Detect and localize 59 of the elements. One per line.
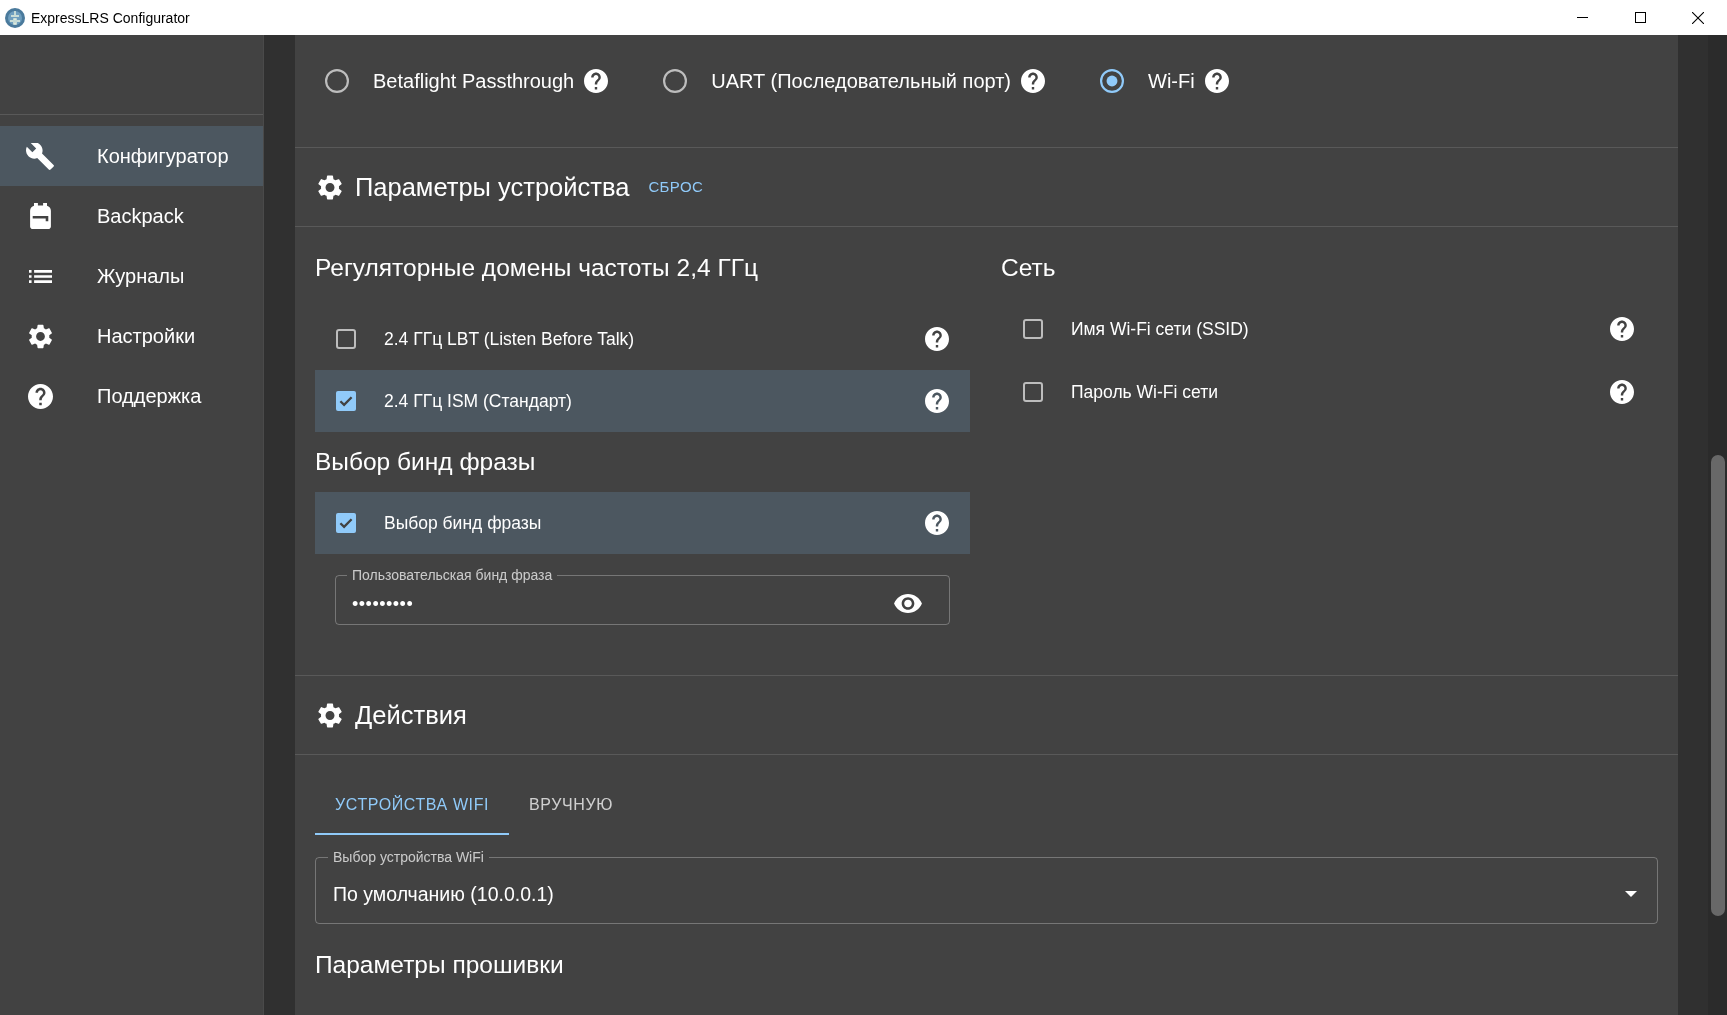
option-label: Имя Wi-Fi сети (SSID) (1071, 317, 1249, 340)
tab[interactable]: УСТРОЙСТВА WIFI (315, 777, 510, 835)
sidebar-item[interactable]: Backpack (0, 186, 263, 246)
option-label: Пароль Wi-Fi сети (1071, 380, 1218, 403)
field-label: Выбор устройства WiFi (332, 849, 485, 865)
bag-icon (29, 203, 51, 229)
tab[interactable]: ВРУЧНУЮ (509, 777, 633, 835)
radio-button[interactable] (325, 69, 349, 93)
help-icon (27, 383, 53, 409)
sidebar-item[interactable]: Настройки (0, 306, 263, 366)
gear-icon (318, 702, 342, 728)
sidebar-item[interactable]: Конфигуратор (0, 126, 263, 186)
radio-button[interactable] (663, 69, 688, 93)
help-icon[interactable] (925, 389, 949, 413)
settings-icon (28, 323, 52, 349)
section-title: Действия (355, 700, 467, 730)
highlighted-row[interactable]: 2.4 ГГц ISM (Стандарт) (315, 370, 970, 432)
help-icon[interactable] (1610, 379, 1634, 404)
gear-icon (318, 174, 342, 200)
sidebar-item[interactable]: Поддержка (0, 366, 263, 426)
option-label: Betaflight Passthrough (373, 69, 575, 93)
checkbox[interactable] (1023, 381, 1043, 402)
help-icon[interactable] (1204, 69, 1229, 93)
option-label: 2.4 ГГц ISM (Стандарт) (384, 390, 572, 412)
window-title: ExpressLRS Configurator (31, 8, 190, 27)
app-icon (5, 7, 25, 28)
checkbox[interactable] (1023, 318, 1043, 339)
section-title: Параметры устройства (355, 172, 630, 202)
maximize-icon (1634, 12, 1646, 23)
password-field[interactable]: Пользовательская бинд фраза ••••••••• (335, 567, 950, 625)
help-icon[interactable] (584, 69, 609, 93)
minimize-icon (1576, 17, 1588, 18)
option-label: 2.4 ГГц LBT (Listen Before Talk) (384, 328, 635, 350)
scrollbar-thumb[interactable] (1711, 455, 1725, 916)
group-title: Регуляторные домены частоты 2,4 ГГц (315, 253, 758, 283)
help-icon[interactable] (1021, 69, 1045, 93)
radio-button[interactable] (1100, 69, 1124, 93)
reset-button[interactable]: СБРОС (648, 178, 704, 196)
eye-icon[interactable] (894, 594, 922, 613)
close-icon (1692, 11, 1704, 24)
help-icon[interactable] (925, 327, 949, 351)
checkbox[interactable] (336, 513, 356, 533)
highlighted-row[interactable]: Выбор бинд фразы (315, 492, 970, 554)
device-select[interactable]: Выбор устройства WiFi По умолчанию (10.0.0.1) (315, 849, 1658, 924)
option-label: UART (Последовательный порт) (711, 69, 1011, 93)
option-label: Выбор бинд фразы (384, 512, 542, 534)
group-title: Параметры прошивки (315, 950, 564, 980)
list-icon (28, 269, 52, 283)
checkbox[interactable] (336, 329, 356, 349)
help-icon[interactable] (1610, 316, 1634, 341)
wrench-icon (26, 142, 54, 170)
group-title: Сеть (1001, 253, 1056, 283)
caret-icon (1625, 891, 1637, 897)
sidebar-item[interactable]: Журналы (0, 246, 263, 306)
checkbox[interactable] (336, 391, 356, 411)
field-label: Пользовательская бинд фраза (351, 567, 554, 583)
group-title: Выбор бинд фразы (315, 447, 536, 477)
help-icon[interactable] (925, 511, 949, 535)
option-label: Wi-Fi (1148, 69, 1195, 93)
